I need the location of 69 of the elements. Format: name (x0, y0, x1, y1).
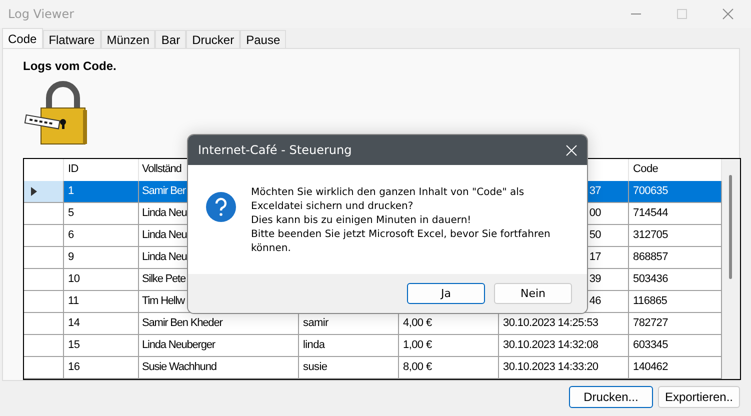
dialog-button[interactable]: Nein (494, 283, 572, 304)
maximize-icon[interactable] (676, 8, 688, 20)
table-cell: 714544 (633, 207, 668, 219)
message-text: können. (251, 242, 292, 256)
question-icon (206, 192, 236, 222)
table-cell: 1,00 € (403, 339, 432, 351)
table-cell: 116865 (633, 295, 668, 307)
table-cell: 312705 (633, 229, 668, 241)
table-cell: 11 (68, 295, 79, 307)
column-header[interactable]: Vollständ (142, 163, 182, 175)
table-cell: Linda Neu (142, 229, 187, 241)
table-cell: samir (303, 317, 328, 329)
table-cell: 6 (68, 229, 74, 241)
tab[interactable]: Code (2, 28, 43, 48)
table-cell: 503436 (633, 273, 668, 285)
action-button[interactable]: Exportieren.. (658, 386, 740, 408)
table-cell: 15 (68, 339, 80, 351)
table-cell: 30.10.2023 14:25:53 (503, 317, 598, 329)
table-cell: linda (303, 339, 325, 351)
tab[interactable]: Flatware (42, 30, 101, 48)
table-cell: 9 (68, 251, 74, 263)
window-title: Log Viewer (8, 7, 76, 21)
tab[interactable]: Drucker (186, 30, 240, 48)
tab[interactable]: Münzen (100, 30, 156, 48)
table-cell: 603345 (633, 339, 668, 351)
table-cell: 16 (68, 361, 80, 373)
table-cell: Linda Neu (142, 251, 187, 263)
dialog-button[interactable]: Ja (407, 283, 485, 304)
table-cell: 1 (68, 185, 74, 197)
table-cell: 782727 (633, 317, 668, 329)
column-header[interactable]: ID (68, 163, 78, 175)
table-cell: 8,00 € (403, 361, 432, 373)
table-cell: 700635 (633, 185, 668, 197)
row-header[interactable] (24, 181, 64, 203)
table-cell: 868857 (633, 251, 668, 263)
table-cell: 14 (68, 317, 80, 329)
table-cell: 00 (589, 207, 601, 219)
table-cell: 4,00 € (403, 317, 432, 329)
table-cell: 140462 (633, 361, 668, 373)
table-cell: 46 (589, 295, 601, 307)
table-cell: 30.10.2023 14:33:20 (503, 361, 598, 373)
current-row-icon (31, 187, 37, 196)
table-cell: 5 (68, 207, 74, 219)
table-cell: Silke Pete (142, 273, 186, 285)
table-cell: Tim Hellw (142, 295, 184, 307)
message-text: Bitte beenden Sie jetzt Microsoft Excel, bevor Sie fortfahren (251, 228, 550, 242)
section-heading: Logs vom Code. (23, 59, 118, 73)
dialog-title: Internet-Café - Steuerung (198, 143, 353, 157)
table-cell: 10 (68, 273, 80, 285)
message-text: Exceldatei sichern und drucken? (251, 200, 414, 214)
table-cell: 39 (589, 273, 601, 285)
table-cell: 30.10.2023 14:32:08 (503, 339, 598, 351)
table-cell: Samir Ben Kheder (142, 317, 222, 329)
tab[interactable]: Bar (155, 30, 186, 48)
table-cell: Linda Neu (142, 207, 187, 219)
scrollbar[interactable] (722, 159, 740, 379)
tab[interactable]: Pause (240, 30, 286, 48)
column-header[interactable]: Code (633, 163, 658, 175)
table-cell: 50 (589, 229, 601, 241)
scrollbar-thumb[interactable] (729, 175, 732, 279)
table-cell: Linda Neuberger (142, 339, 215, 351)
table-cell: 17 (589, 251, 601, 263)
message-text: Möchten Sie wirklich den ganzen Inhalt von "Code" als (251, 186, 526, 200)
action-button[interactable]: Drucken... (568, 386, 653, 408)
table-cell: Susie Wachhund (142, 361, 216, 373)
message-text: Dies kann bis zu einigen Minuten in dauern! (251, 214, 472, 228)
table-cell: susie (303, 361, 328, 373)
table-cell: Samir Ber (142, 185, 186, 197)
table-cell: 37 (589, 185, 601, 197)
